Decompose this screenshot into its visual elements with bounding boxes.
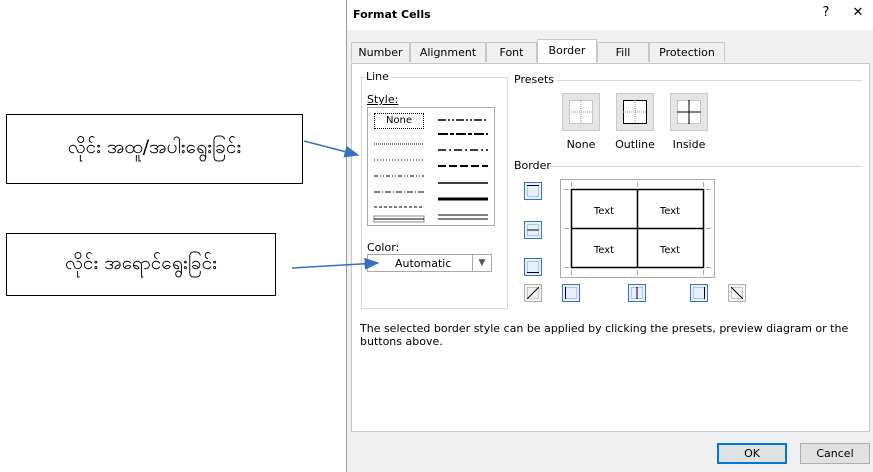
preset-none-icon <box>569 100 593 124</box>
border-tab-panel: Line Style: None Color: Automatic ▼ Pres… <box>351 63 870 432</box>
border-right-icon <box>693 287 705 299</box>
chevron-down-icon[interactable]: ▼ <box>472 255 491 271</box>
border-divider <box>550 166 862 167</box>
tab-fill[interactable]: Fill <box>597 42 649 62</box>
border-left-button[interactable] <box>562 284 580 302</box>
cancel-button[interactable]: Cancel <box>800 443 870 464</box>
preset-inside-icon <box>677 100 701 124</box>
line-group-label: Line <box>366 70 392 83</box>
preset-inside-button[interactable] <box>670 93 708 131</box>
border-preview[interactable]: Text Text Text Text <box>560 179 715 278</box>
border-bottom-button[interactable] <box>524 258 542 276</box>
style-annotation-callout: လိုင်း အထူ/အပါးရွေးခြင်း <box>6 114 303 184</box>
dialog-title: Format Cells <box>353 8 431 21</box>
border-bottom-icon <box>527 261 539 273</box>
close-button[interactable]: ✕ <box>848 5 868 20</box>
border-inside-vertical-button[interactable] <box>628 284 646 302</box>
diagonal-up-icon <box>527 287 539 299</box>
border-inside-horizontal-button[interactable] <box>524 221 542 239</box>
border-diagonal-up-button[interactable] <box>524 284 542 302</box>
style-annotation-text: လိုင်း အထူ/အပါးရွေးခြင်း <box>67 136 242 158</box>
style-label: Style: <box>367 93 402 106</box>
preset-outline-icon <box>623 100 647 124</box>
border-left-icon <box>565 287 577 299</box>
diagonal-down-icon <box>731 287 743 299</box>
line-style-list[interactable]: None <box>367 107 495 226</box>
color-label: Color: <box>367 241 403 254</box>
color-annotation-text: လိုင်း အရောင်ရွေးခြင်း <box>65 251 217 274</box>
help-button[interactable]: ? <box>816 5 836 20</box>
preset-none-button[interactable] <box>562 93 600 131</box>
presets-divider <box>557 80 862 81</box>
preview-cell-text: Text <box>593 206 615 217</box>
preset-outline-label: Outline <box>615 138 655 151</box>
preset-outline-button[interactable] <box>616 93 654 131</box>
color-annotation-callout: လိုင်း အရောင်ရွေးခြင်း <box>6 233 276 296</box>
format-cells-dialog: Format Cells ? ✕ Number Alignment Font B… <box>346 0 873 472</box>
presets-label: Presets <box>514 73 558 86</box>
line-style-options[interactable] <box>368 108 494 225</box>
preview-cell-text: Text <box>593 245 615 256</box>
border-inside-vertical-icon <box>631 287 643 299</box>
preview-grid <box>564 182 711 275</box>
title-bar: Format Cells ? ✕ <box>347 0 873 30</box>
border-group-label: Border <box>514 159 554 172</box>
preview-cell-text: Text <box>659 245 681 256</box>
border-diagonal-down-button[interactable] <box>728 284 746 302</box>
border-inside-horizontal-icon <box>527 224 539 236</box>
border-top-button[interactable] <box>524 182 542 200</box>
color-value: Automatic <box>395 257 452 270</box>
ok-button[interactable]: OK <box>717 443 787 464</box>
color-dropdown[interactable]: Automatic ▼ <box>367 254 492 272</box>
border-right-button[interactable] <box>690 284 708 302</box>
tab-border[interactable]: Border <box>537 39 597 63</box>
preview-cell-text: Text <box>659 206 681 217</box>
tab-number[interactable]: Number <box>351 42 410 62</box>
tab-protection[interactable]: Protection <box>649 42 725 62</box>
description-text: The selected border style can be applied… <box>360 322 849 348</box>
preset-inside-label: Inside <box>672 138 706 151</box>
tab-font[interactable]: Font <box>486 42 537 62</box>
preset-none-label: None <box>566 138 596 151</box>
border-top-icon <box>527 185 539 197</box>
tab-alignment[interactable]: Alignment <box>410 42 486 62</box>
